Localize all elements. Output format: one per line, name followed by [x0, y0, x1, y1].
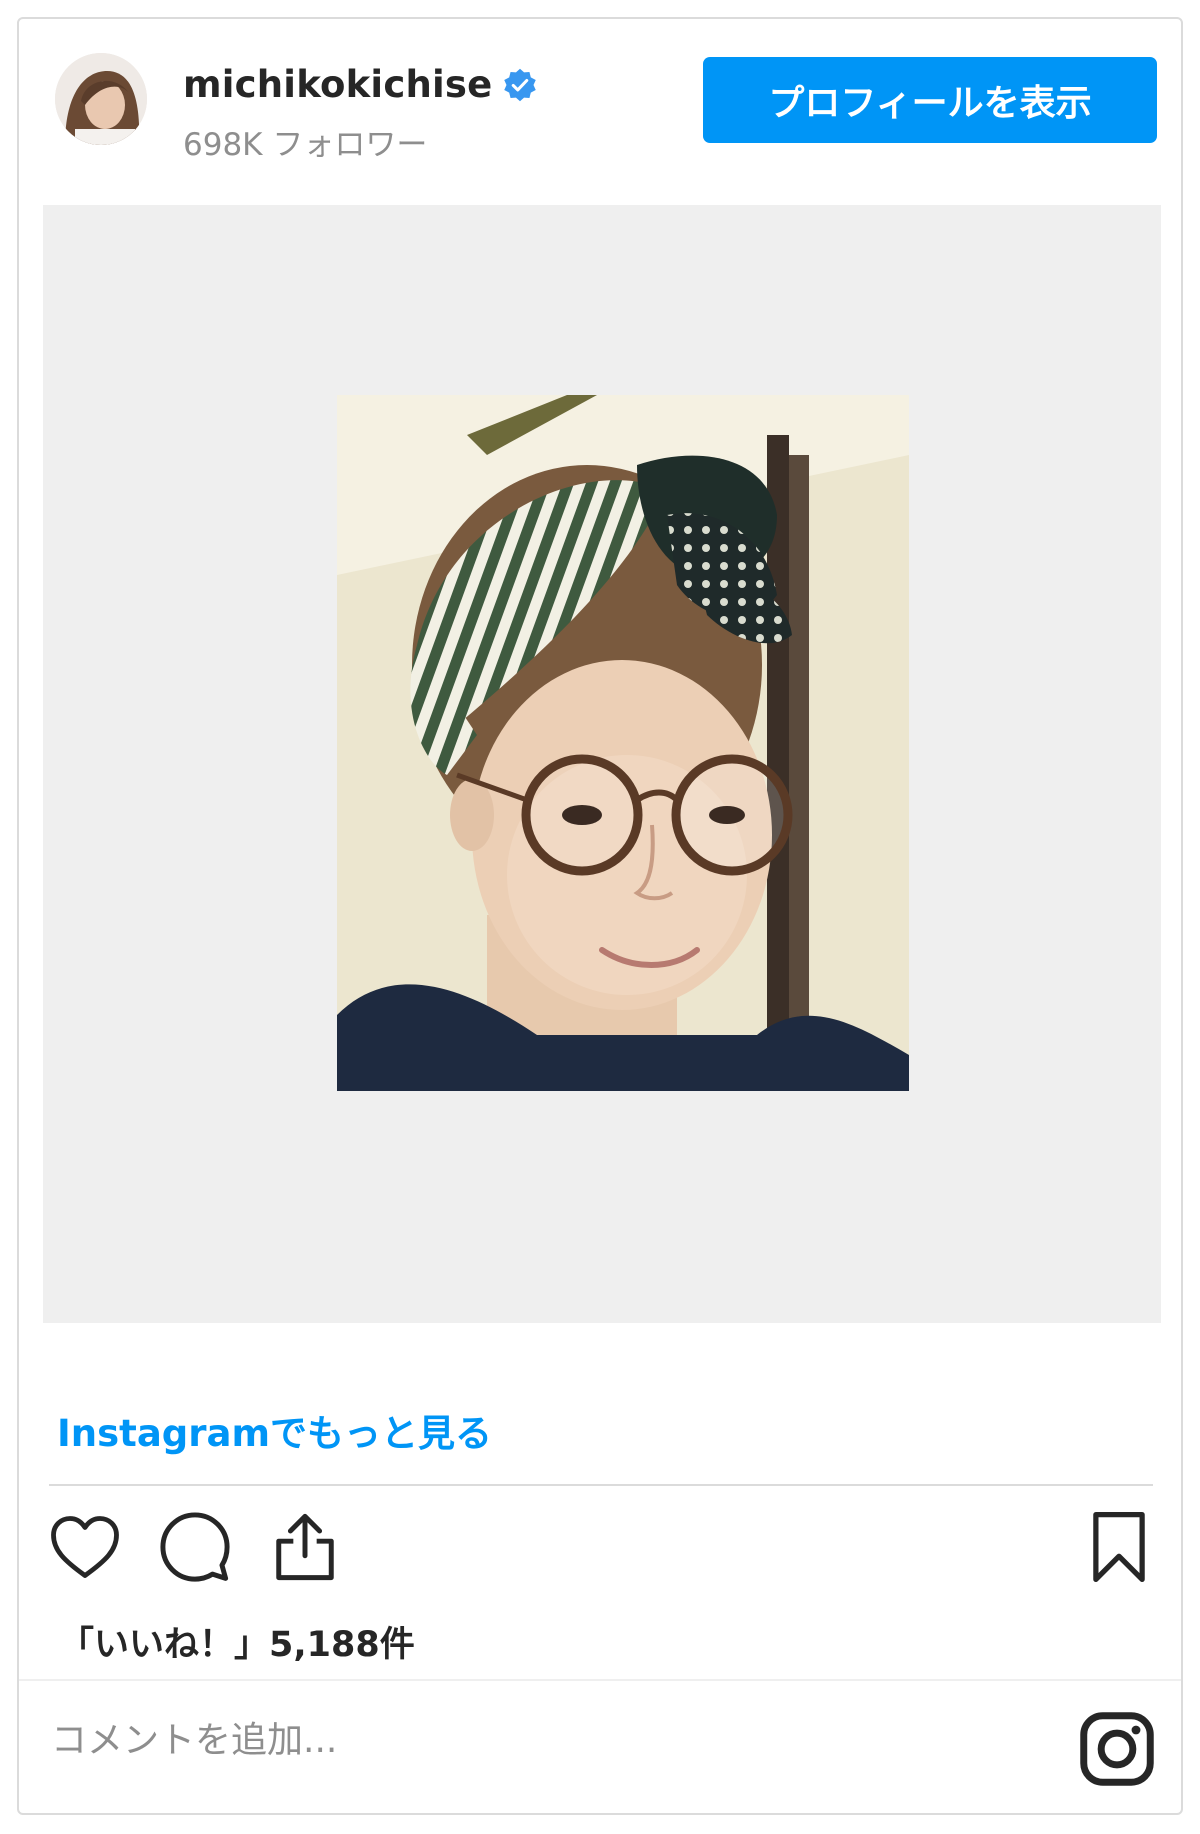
- view-more-on-instagram-link[interactable]: Instagramでもっと見る: [57, 1403, 492, 1457]
- comment-bubble-icon: [160, 1512, 230, 1582]
- add-comment-input[interactable]: [49, 1719, 1053, 1762]
- avatar[interactable]: [55, 53, 147, 145]
- view-profile-button[interactable]: プロフィールを表示: [703, 57, 1157, 143]
- selfie-photo: [337, 395, 909, 1091]
- comment-button[interactable]: [155, 1507, 235, 1587]
- follower-count: 698K フォロワー: [183, 127, 428, 163]
- like-count: 「いいね！」5,188件: [59, 1625, 415, 1665]
- username-row: michikokichise: [183, 63, 538, 106]
- instagram-embed-card: michikokichise 698K フォロワー プロフィールを表示 Inst…: [17, 17, 1183, 1815]
- post-media[interactable]: [43, 205, 1161, 1323]
- divider: [19, 1679, 1181, 1681]
- save-button[interactable]: [1079, 1507, 1159, 1587]
- divider: [49, 1484, 1153, 1486]
- verified-badge-icon: [504, 68, 537, 101]
- instagram-logo-icon[interactable]: [1079, 1711, 1155, 1787]
- avatar-photo: [55, 53, 147, 145]
- like-button[interactable]: [45, 1507, 125, 1587]
- share-button[interactable]: [265, 1507, 345, 1587]
- username[interactable]: michikokichise: [183, 63, 492, 106]
- bookmark-icon: [1093, 1512, 1145, 1582]
- heart-icon: [51, 1516, 119, 1578]
- share-upload-icon: [276, 1513, 334, 1581]
- post-photo: [337, 395, 909, 1091]
